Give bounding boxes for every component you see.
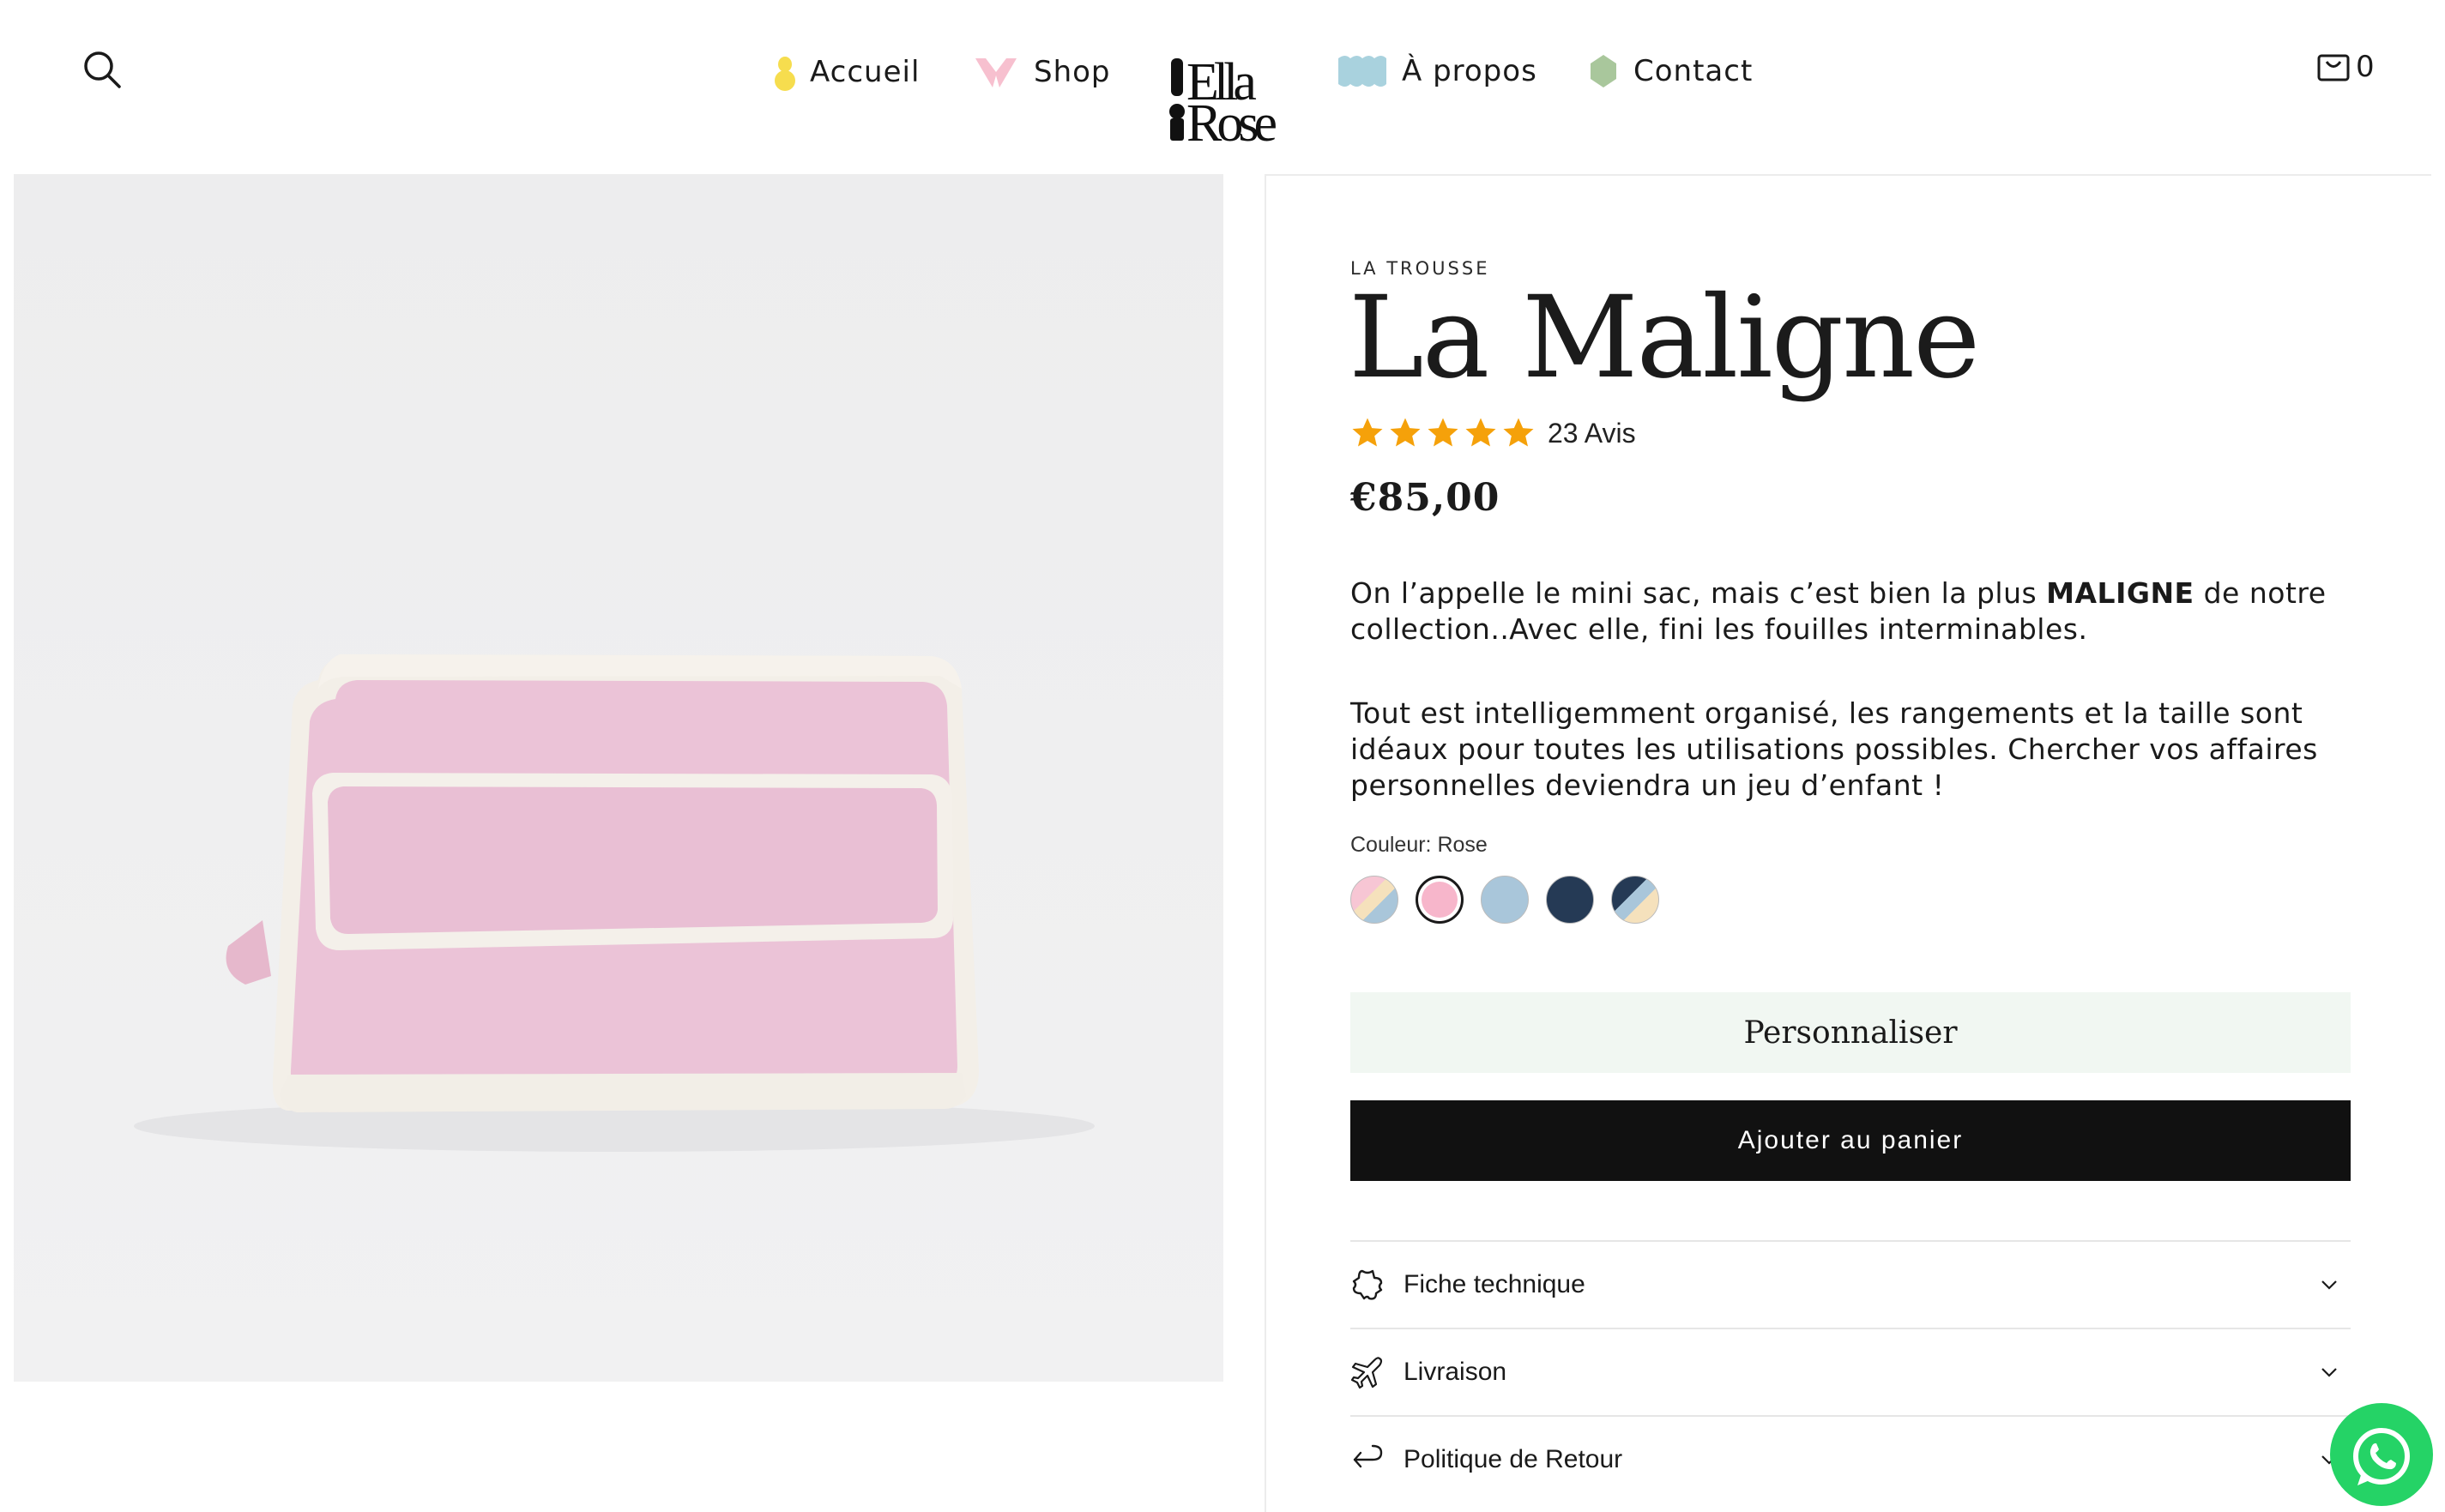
nav-label-a-propos: À propos xyxy=(1402,54,1537,88)
product-description-2: Tout est intelligemment organisé, les ra… xyxy=(1350,696,2318,802)
yellow-figure-icon xyxy=(775,57,795,91)
nav-item-a-propos[interactable]: À propos xyxy=(1337,53,1537,89)
accordion-label: Livraison xyxy=(1404,1358,1507,1386)
add-to-cart-button[interactable]: Ajouter au panier xyxy=(1350,1100,2351,1181)
nav-item-contact[interactable]: Contact xyxy=(1587,53,1753,89)
star-icon xyxy=(1390,418,1421,447)
product-info-panel: LA TROUSSE La Maligne 23 Avis €85,00 On … xyxy=(1265,174,2431,1512)
product-price: €85,00 xyxy=(1350,476,1500,520)
chevron-down-icon xyxy=(2321,1280,2337,1290)
swatch-marine[interactable] xyxy=(1546,876,1594,924)
product-title: La Maligne xyxy=(1349,272,1980,404)
swatch-bleu-ciel[interactable] xyxy=(1481,876,1529,924)
rating-stars xyxy=(1350,416,1536,450)
site-header: Accueil Shop Ella Rose À propos Contact … xyxy=(0,0,2445,153)
review-count[interactable]: 23 Avis xyxy=(1548,418,1636,449)
chevron-down-icon xyxy=(2321,1368,2337,1377)
whatsapp-icon xyxy=(2353,1428,2410,1485)
cart-button[interactable]: 0 xyxy=(2316,50,2375,84)
nav-label-accueil: Accueil xyxy=(810,55,921,89)
star-icon xyxy=(1503,418,1534,447)
blue-wave-icon xyxy=(1338,56,1386,87)
color-label: Couleur: Rose xyxy=(1350,833,1488,857)
swatch-rose-beige-bleu[interactable] xyxy=(1350,876,1398,924)
swatch-rose[interactable] xyxy=(1416,876,1464,924)
star-icon xyxy=(1465,418,1496,447)
puzzle-badge-icon xyxy=(1352,1269,1383,1300)
nav-label-contact: Contact xyxy=(1633,54,1754,88)
pink-bow-icon xyxy=(975,58,1017,87)
product-image[interactable] xyxy=(14,174,1223,1382)
product-rating[interactable]: 23 Avis xyxy=(1350,416,1636,450)
whatsapp-chat-button[interactable] xyxy=(2330,1403,2433,1506)
pink-pouch-illustration xyxy=(14,174,1223,1382)
return-arrow-icon xyxy=(1353,1444,1383,1468)
brand-logo[interactable]: Ella Rose xyxy=(1162,51,1283,153)
accordion-livraison[interactable]: Livraison xyxy=(1350,1328,2351,1415)
desc1-part-a: On l’appelle le mini sac, mais c’est bie… xyxy=(1350,576,2047,610)
cart-icon xyxy=(2317,54,2350,81)
swatch-marine-bleu-beige[interactable] xyxy=(1611,876,1659,924)
accordion-label: Politique de Retour xyxy=(1404,1445,1623,1473)
accordion-label: Fiche technique xyxy=(1404,1270,1585,1298)
svg-text:Rose: Rose xyxy=(1186,94,1276,146)
accordion-politique-de-retour[interactable]: Politique de Retour xyxy=(1350,1415,2351,1503)
personalize-button[interactable]: Personnaliser xyxy=(1350,992,2351,1073)
accordion-fiche-technique[interactable]: Fiche technique xyxy=(1350,1240,2351,1328)
product-description-1: On l’appelle le mini sac, mais c’est bie… xyxy=(1350,575,2380,648)
main-nav: Accueil Shop Ella Rose À propos Contact xyxy=(0,34,2445,153)
ella-rose-logo: Ella Rose xyxy=(1169,53,1281,153)
desc1-bold: MALIGNE xyxy=(2046,576,2194,610)
nav-item-shop[interactable]: Shop xyxy=(972,53,1111,91)
airplane-icon xyxy=(1350,1357,1383,1389)
cart-count: 0 xyxy=(2356,50,2375,84)
green-leaf-icon xyxy=(1591,55,1616,87)
star-icon xyxy=(1428,418,1458,447)
nav-label-shop: Shop xyxy=(1034,55,1111,89)
star-icon xyxy=(1352,418,1383,447)
nav-item-accueil[interactable]: Accueil xyxy=(774,53,920,91)
color-swatches xyxy=(1350,876,1659,924)
